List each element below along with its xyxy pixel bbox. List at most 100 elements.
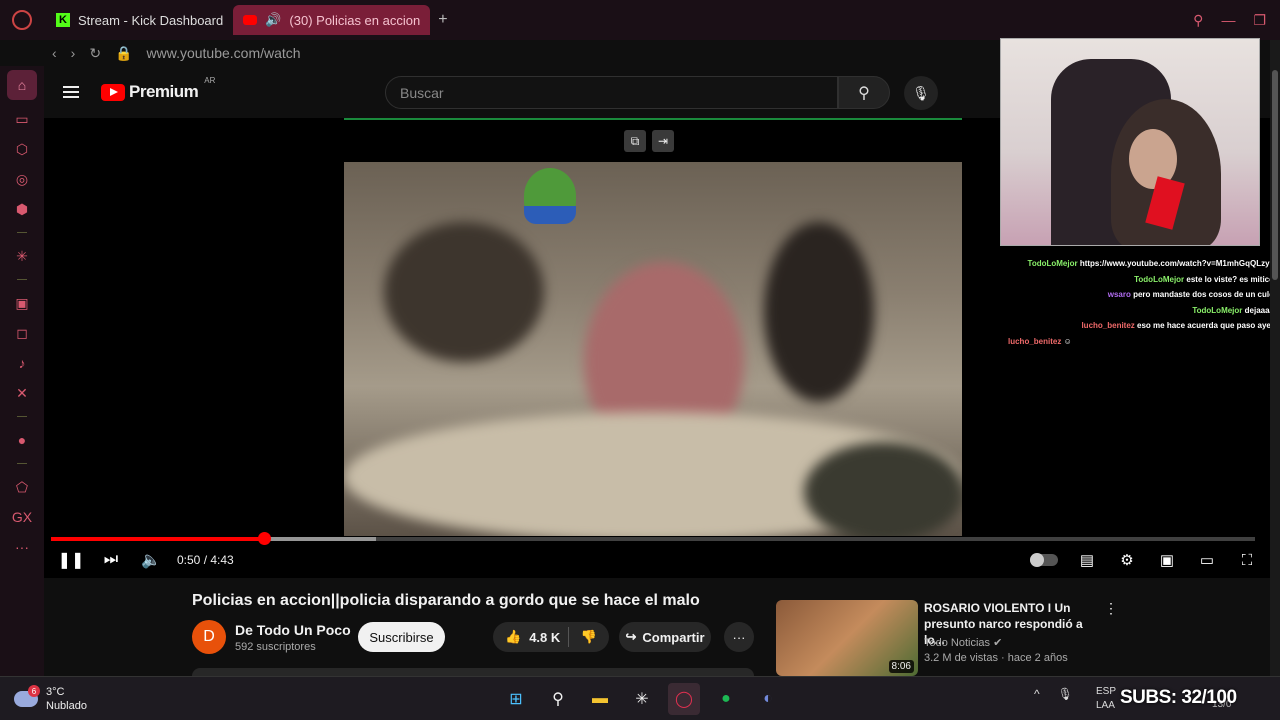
lock-icon[interactable]: 🔒 [115,45,132,62]
window-controls: ⚲ — ❐ [1193,0,1280,40]
more-actions-button[interactable]: ··· [724,622,754,652]
search-input[interactable]: Buscar [385,76,838,109]
tab-youtube-video[interactable]: 🔊 (30) Policias en accion [233,5,431,35]
channel-name[interactable]: De Todo Un Poco [235,622,351,638]
autoplay-toggle[interactable] [1030,553,1058,567]
country-code: AR [204,76,216,85]
menu-icon[interactable] [63,86,79,98]
chat-message: wsaro pero mandaste dos cosos de un culo [1000,287,1280,303]
recommendation-thumbnail[interactable]: 8:06 [776,600,918,676]
reload-icon[interactable]: ↻ [89,45,101,62]
pepe-emote-icon [524,168,576,224]
next-icon[interactable]: ⏭ [91,551,131,569]
subs-overlay: SUBS: 32/100 [1120,687,1237,708]
scrollbar-thumb[interactable] [1272,70,1278,280]
player-controls-right: ▤ ⚙ ▣ ▭ ⛶ [1030,542,1258,578]
volume-icon[interactable]: 🔈 [131,550,171,570]
search-icon: ⚲ [858,84,870,102]
file-explorer-icon[interactable]: ▬ [584,683,616,715]
search-tabs-icon[interactable]: ⚲ [1193,12,1203,29]
settings-gear-icon[interactable]: ⚙ [1116,551,1138,569]
video-shape [384,222,544,362]
search-icon[interactable]: ⚲ [542,683,574,715]
maximize-icon[interactable]: ❐ [1253,12,1266,29]
recommendation-channel: Todo Noticias ✔ [924,636,1002,649]
theater-mode-icon[interactable]: ▭ [1196,551,1218,569]
windows-taskbar: 6 3°C Nublado ⊞ ⚲ ▬ ✳ ◯ ● ◐ ^ 🎙 ESP LAA … [0,676,1280,720]
sidebar-divider [17,279,27,280]
discord-icon[interactable]: ◐ [752,683,784,715]
cloud-icon: 6 [14,685,40,707]
like-dislike-group: 👍 4.8 K 👎 [493,622,609,652]
search-button[interactable]: ⚲ [838,76,890,109]
url-field[interactable]: www.youtube.com/watch [147,45,301,61]
chat-user: wsaro [1107,290,1131,299]
microphone-tray-icon[interactable]: 🎙 [1058,687,1073,701]
video-frame[interactable] [344,162,962,536]
voice-search-button[interactable]: 🎙 [904,76,938,110]
youtube-header: Premium AR Buscar ⚲ 🎙 [44,66,1000,118]
youtube-premium-logo[interactable]: Premium AR [101,76,215,102]
weather-condition: Nublado [46,700,87,712]
channel-avatar[interactable]: D [192,620,226,654]
tab-label: (30) Policias en accion [289,12,421,28]
twitch-icon[interactable]: ▣ [13,292,31,314]
instagram-icon[interactable]: ◻ [13,322,31,344]
stream-chat-overlay: TodoLoMejor https://www.youtube.com/watc… [1000,256,1280,356]
gaming-icon[interactable]: ▭ [13,108,31,130]
tray-expand-icon[interactable]: ^ [1034,687,1040,701]
gx-icon[interactable]: GX [12,506,32,528]
page-scrollbar[interactable] [1270,40,1280,680]
language-indicator[interactable]: ESP LAA [1096,685,1116,713]
forward-icon[interactable]: › [71,45,76,61]
back-icon[interactable]: ‹ [52,45,57,61]
dislike-button[interactable]: 👎 [569,629,609,645]
chat-user: lucho_benitez [1008,336,1062,346]
x-icon[interactable]: ✕ [13,382,31,404]
subtitles-icon[interactable]: ▤ [1076,551,1098,569]
player-icon[interactable]: ● [13,429,31,451]
address-bar: ‹ › ↻ 🔒 www.youtube.com/watch [44,40,1004,66]
chat-user: TodoLoMejor [1192,305,1243,315]
thumbs-up-icon: 👍 [505,629,522,644]
recommendation-menu-icon[interactable]: ⋮ [1104,600,1118,617]
like-button[interactable]: 👍 4.8 K [493,627,569,647]
verified-icon: ✔ [993,637,1003,649]
miniplayer-icon[interactable]: ▣ [1156,551,1178,569]
shield-icon[interactable]: ⬠ [13,476,31,498]
tab-kick-dashboard[interactable]: K Stream - Kick Dashboard [46,5,233,35]
weather-widget[interactable]: 6 3°C Nublado [14,685,87,713]
hex-icon[interactable]: ⬢ [13,198,31,220]
pip-popout-icon[interactable]: ⧉ [624,130,646,152]
more-icon[interactable]: ··· [13,536,31,558]
minimize-icon[interactable]: — [1221,12,1235,28]
opera-logo-icon[interactable] [12,10,32,30]
detach-icon[interactable]: ⇥ [652,130,674,152]
progress-bar[interactable] [51,532,1255,545]
opera-gx-icon[interactable]: ◯ [668,683,700,715]
subscriber-count: 592 suscriptores [235,641,316,653]
description-box[interactable] [192,668,754,676]
share-button[interactable]: ↪ Compartir [619,622,711,652]
chatgpt-app-icon[interactable]: ✳ [626,683,658,715]
tiktok-icon[interactable]: ♪ [13,352,31,374]
progress-played [51,537,265,541]
home-icon[interactable]: ⌂ [7,70,37,100]
chat-text: este lo viste? es mitico [1186,274,1274,284]
microphone-icon: 🎙 [912,84,930,101]
sidebar-divider [17,463,27,464]
pause-icon[interactable]: ❚❚ [51,550,91,570]
video-shape [804,442,962,536]
new-tab-button[interactable]: + [438,11,447,29]
opera-sidebar: ⌂ ▭ ⬡ ◎ ⬢ ✳ ▣ ◻ ♪ ✕ ● ⬠ GX ··· [0,66,44,676]
spotify-icon[interactable]: ● [710,683,742,715]
chat-message: TodoLoMejor https://www.youtube.com/watc… [1000,256,1280,272]
cube-icon[interactable]: ⬡ [13,138,31,160]
chatgpt-icon[interactable]: ✳ [13,245,31,267]
subscribe-button[interactable]: Suscribirse [358,622,445,652]
fullscreen-icon[interactable]: ⛶ [1236,552,1258,569]
youtube-play-icon [101,83,125,101]
aria-icon[interactable]: ◎ [13,168,31,190]
video-shape [764,222,874,402]
windows-start-icon[interactable]: ⊞ [500,683,532,715]
